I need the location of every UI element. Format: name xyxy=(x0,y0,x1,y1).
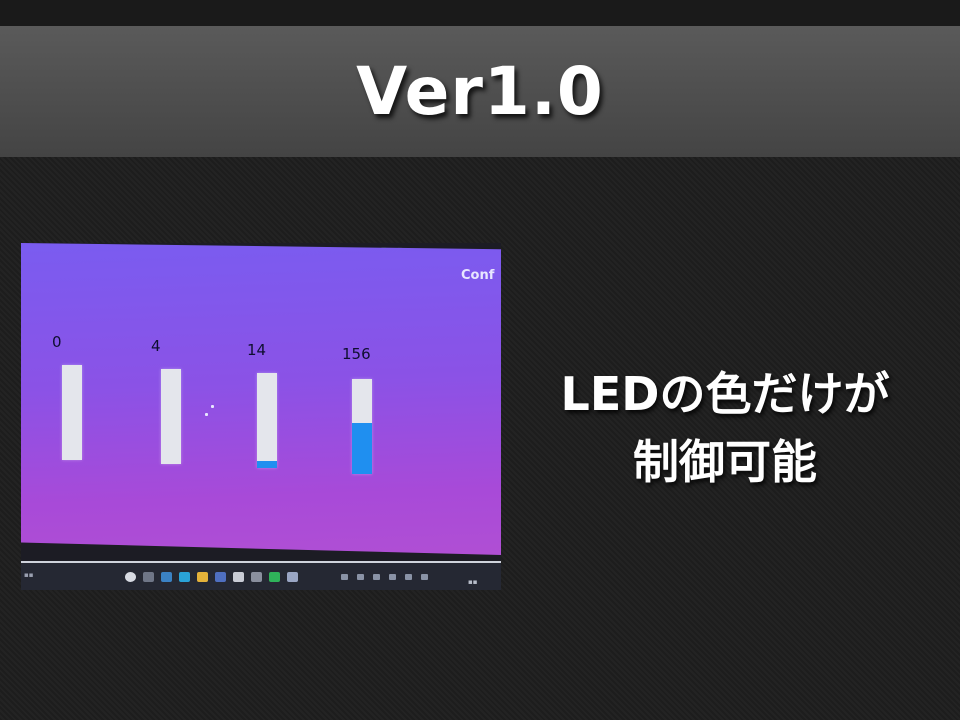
caption-line-1: LEDの色だけが xyxy=(560,367,890,421)
led-value: 14 xyxy=(247,341,267,359)
tray-icon[interactable] xyxy=(405,574,412,580)
taskbar: ▪▪ ▪▪ xyxy=(21,561,501,590)
toolbar-icon[interactable] xyxy=(477,243,483,248)
edge-icon[interactable] xyxy=(179,572,190,582)
search-icon[interactable] xyxy=(143,572,154,582)
toolbar-icon[interactable] xyxy=(429,243,435,248)
tray-icon[interactable] xyxy=(357,574,364,580)
caption-line-2: 制御可能 xyxy=(633,435,817,489)
toolbar-icon[interactable] xyxy=(413,243,419,248)
slide-caption: LEDの色だけが 制御可能 xyxy=(510,360,940,496)
led-bar[interactable] xyxy=(257,373,277,468)
terminal-icon[interactable] xyxy=(269,572,280,582)
toolbar-icon[interactable] xyxy=(381,243,387,248)
led-bar[interactable] xyxy=(161,369,181,464)
explorer-icon[interactable] xyxy=(197,572,208,582)
slide-title: Ver1.0 xyxy=(356,53,604,130)
taskbar-left: ▪▪ xyxy=(24,571,34,579)
app-icon[interactable] xyxy=(251,572,262,582)
led-bar[interactable] xyxy=(62,365,82,460)
led-value: 4 xyxy=(151,337,161,355)
glare-speck xyxy=(211,405,214,408)
app-toolbar xyxy=(381,243,483,250)
windows-start-icon[interactable] xyxy=(125,572,136,582)
store-icon[interactable] xyxy=(215,572,226,582)
config-label[interactable]: Conf xyxy=(461,268,494,283)
led-value: 156 xyxy=(342,345,371,363)
toolbar-icon[interactable] xyxy=(461,243,467,248)
mail-icon[interactable] xyxy=(233,572,244,582)
title-band: Ver1.0 xyxy=(0,26,960,157)
tray-icon[interactable] xyxy=(373,574,380,580)
screenshot-photo: Conf 0 4 14 156 ▪▪ ▪▪ xyxy=(21,243,501,590)
system-tray xyxy=(341,574,428,580)
chrome-icon[interactable] xyxy=(287,572,298,582)
tray-icon[interactable] xyxy=(341,574,348,580)
taskbar-clock[interactable]: ▪▪ xyxy=(468,578,478,586)
toolbar-icon[interactable] xyxy=(397,243,403,248)
led-value: 0 xyxy=(52,333,62,351)
task-view-icon[interactable] xyxy=(161,572,172,582)
toolbar-icon[interactable] xyxy=(445,243,451,248)
tray-icon[interactable] xyxy=(389,574,396,580)
led-bar[interactable] xyxy=(352,379,372,474)
taskbar-icons xyxy=(125,572,298,582)
glare-speck xyxy=(205,413,208,416)
app-screen: Conf 0 4 14 156 xyxy=(21,243,501,555)
top-strip xyxy=(0,0,960,26)
led-level-fill xyxy=(257,461,277,468)
led-level-fill xyxy=(352,422,372,474)
tray-icon[interactable] xyxy=(421,574,428,580)
